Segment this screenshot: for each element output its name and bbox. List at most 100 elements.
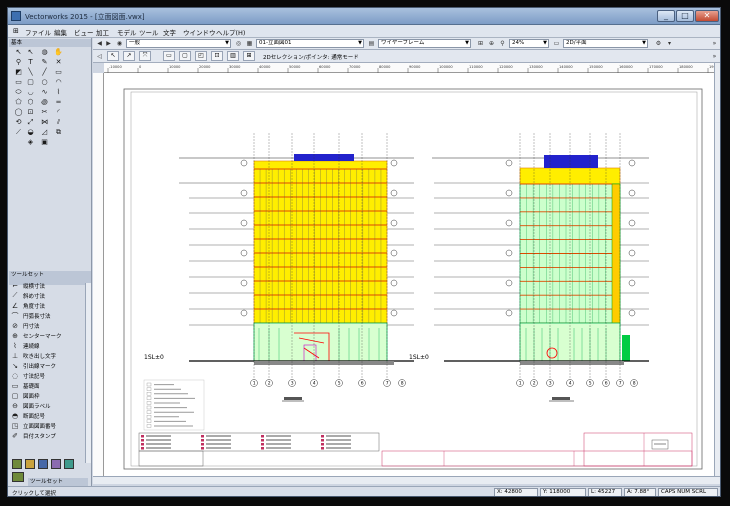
menu-help[interactable]: ヘルプ(H) — [216, 27, 245, 37]
mode-button[interactable]: ↗ — [123, 51, 135, 61]
arrow-icon[interactable]: ↖ — [14, 48, 23, 57]
class-icon[interactable]: ◉ — [115, 39, 124, 48]
back-icon[interactable]: ◀ — [95, 39, 104, 48]
list-item[interactable]: ∠ 角度寸法 — [10, 301, 84, 310]
menu-tool[interactable]: ツール — [139, 27, 159, 37]
list-item[interactable]: ◌ 寸法記号 — [10, 371, 84, 380]
rectangle-icon[interactable]: ▭ — [14, 78, 23, 87]
class-dropdown[interactable]: 一般 ▼ — [126, 39, 231, 48]
oval-icon[interactable]: ⬭ — [14, 88, 23, 97]
list-item[interactable]: ◳ 立面図面番号 — [10, 421, 84, 430]
render-icon[interactable]: ▤ — [367, 39, 376, 48]
app-menu-icon[interactable]: ⊞ — [13, 27, 19, 35]
mode-button[interactable]: ▥ — [227, 51, 239, 61]
menu-view[interactable]: ビュー — [74, 27, 94, 37]
polygon-icon[interactable]: ⬡ — [26, 98, 35, 107]
hand-icon[interactable]: ✋ — [54, 48, 63, 57]
flyover-icon[interactable]: ◈ — [26, 138, 35, 147]
mirror-icon[interactable]: ⋈ — [40, 118, 49, 127]
menu-model[interactable]: モデル — [117, 27, 137, 37]
toolset-tab-icon[interactable] — [25, 459, 35, 469]
connect-icon[interactable]: ⟋ — [14, 128, 23, 137]
eyedropper-icon[interactable]: ✎ — [40, 58, 49, 67]
zoom-icon[interactable]: ⚲ — [498, 39, 507, 48]
list-item[interactable]: ⊥ 吹き出し文字 — [10, 351, 84, 360]
toolset-tab-icon[interactable] — [38, 459, 48, 469]
close-button[interactable]: ✕ — [695, 10, 719, 22]
menu-file[interactable]: ファイル — [25, 27, 51, 37]
arrow-icon[interactable]: ↖ — [26, 48, 35, 57]
line-icon[interactable]: ╲ — [26, 68, 35, 77]
rotate-icon[interactable]: ⟲ — [14, 118, 23, 127]
render-mode-dropdown[interactable]: ワイヤーフレーム ▼ — [378, 39, 471, 48]
toolset-scrollbar[interactable] — [85, 283, 91, 463]
rectangle-icon[interactable]: ▭ — [54, 68, 63, 77]
offset-icon[interactable]: ⊡ — [26, 108, 35, 117]
circle-icon[interactable]: ○ — [40, 78, 49, 87]
mode-button[interactable]: ⤧ — [139, 51, 151, 61]
minimize-button[interactable]: _ — [657, 10, 675, 22]
curve-icon[interactable]: ∿ — [40, 88, 49, 97]
mode-button[interactable]: ▢ — [179, 51, 191, 61]
vertical-scrollbar[interactable] — [714, 63, 720, 476]
horizontal-scrollbar[interactable] — [93, 476, 720, 484]
toolset-tab-icon[interactable] — [12, 472, 24, 482]
list-item[interactable]: ⊕ センターマーク — [10, 331, 84, 340]
list-item[interactable]: ⊘ 円寸法 — [10, 321, 84, 330]
circle-icon[interactable]: ◯ — [14, 108, 23, 117]
trim-icon[interactable]: ✂ — [40, 108, 49, 117]
bucket-icon[interactable]: ◒ — [26, 128, 35, 137]
list-item[interactable]: ⌒ 円弧長寸法 — [10, 311, 84, 320]
gear-icon[interactable]: ⚙ — [654, 39, 663, 48]
mode-button[interactable]: ⊞ — [243, 51, 255, 61]
menu-window[interactable]: ウインドウ — [183, 27, 216, 37]
rounded-rect-icon[interactable]: ▢ — [26, 78, 35, 87]
camera-icon[interactable]: ▣ — [40, 138, 49, 147]
list-item[interactable]: ⟋ 斜め寸法 — [10, 291, 84, 300]
zoom-icon[interactable]: ⚲ — [14, 58, 23, 67]
text-icon[interactable]: T — [26, 58, 35, 67]
layer-icon[interactable]: ◎ — [234, 39, 243, 48]
mode-button[interactable]: ▭ — [163, 51, 175, 61]
toolset-tab-icon[interactable] — [12, 459, 22, 469]
drawing-canvas[interactable]: 1SL±0 1SL±0 1 2 3 4 5 6 7 8 1 2 3 4 5 6 … — [104, 73, 714, 476]
menu-edit[interactable]: 編集 — [54, 27, 67, 37]
back-icon[interactable]: ◁ — [95, 52, 104, 61]
zoom-icon[interactable]: ⊕ — [487, 39, 496, 48]
menu-modify[interactable]: 加工 — [96, 27, 109, 37]
chamfer-icon[interactable]: ◿ — [40, 128, 49, 137]
spiral-icon[interactable]: ꩜ — [40, 98, 49, 107]
zoom-dropdown[interactable]: 24% ▼ — [509, 39, 549, 48]
list-item[interactable]: ↘ 引出線マーク — [10, 361, 84, 370]
mode-button[interactable]: ↖ — [107, 51, 119, 61]
list-item[interactable]: ⊖ 図面ラベル — [10, 401, 84, 410]
mode-button[interactable]: ◰ — [195, 51, 207, 61]
forward-icon[interactable]: ▶ — [104, 39, 113, 48]
list-item[interactable]: ✐ 目付スタンプ — [10, 431, 84, 440]
maximize-button[interactable]: □ — [676, 10, 694, 22]
chevron-right-icon[interactable]: » — [710, 39, 719, 48]
view-icon[interactable]: ⊞ — [476, 39, 485, 48]
list-item[interactable]: ▭ 基礎面 — [10, 381, 84, 390]
split-icon[interactable]: ⫽ — [54, 118, 63, 127]
fillet-icon[interactable]: ◜ — [54, 108, 63, 117]
layer-icon[interactable]: ▦ — [245, 39, 254, 48]
list-item[interactable]: ⌇ 連続線 — [10, 341, 84, 350]
clip-icon[interactable]: ⧉ — [54, 128, 63, 137]
globe-icon[interactable]: ◍ — [40, 48, 49, 57]
list-item[interactable]: ⌐ 縦横寸法 — [10, 281, 84, 290]
wall-icon[interactable]: ╱ — [40, 68, 49, 77]
attribute-icon[interactable]: ◩ — [14, 68, 23, 77]
double-line-icon[interactable]: ═ — [54, 98, 63, 107]
reshape-icon[interactable]: ⤢ — [26, 118, 35, 127]
arc-icon[interactable]: ◠ — [54, 78, 63, 87]
cross-icon[interactable]: ✕ — [54, 58, 63, 67]
mode-button[interactable]: ⊡ — [211, 51, 223, 61]
toolset-tab-icon[interactable] — [51, 459, 61, 469]
list-item[interactable]: ▢ 図面枠 — [10, 391, 84, 400]
toolset-tab-icon[interactable] — [64, 459, 74, 469]
layer-dropdown[interactable]: 01-立面図01 ▼ — [256, 39, 364, 48]
menu-text[interactable]: 文字 — [163, 27, 176, 37]
freehand-icon[interactable]: ⌇ — [54, 88, 63, 97]
view-icon[interactable]: ▭ — [552, 39, 561, 48]
